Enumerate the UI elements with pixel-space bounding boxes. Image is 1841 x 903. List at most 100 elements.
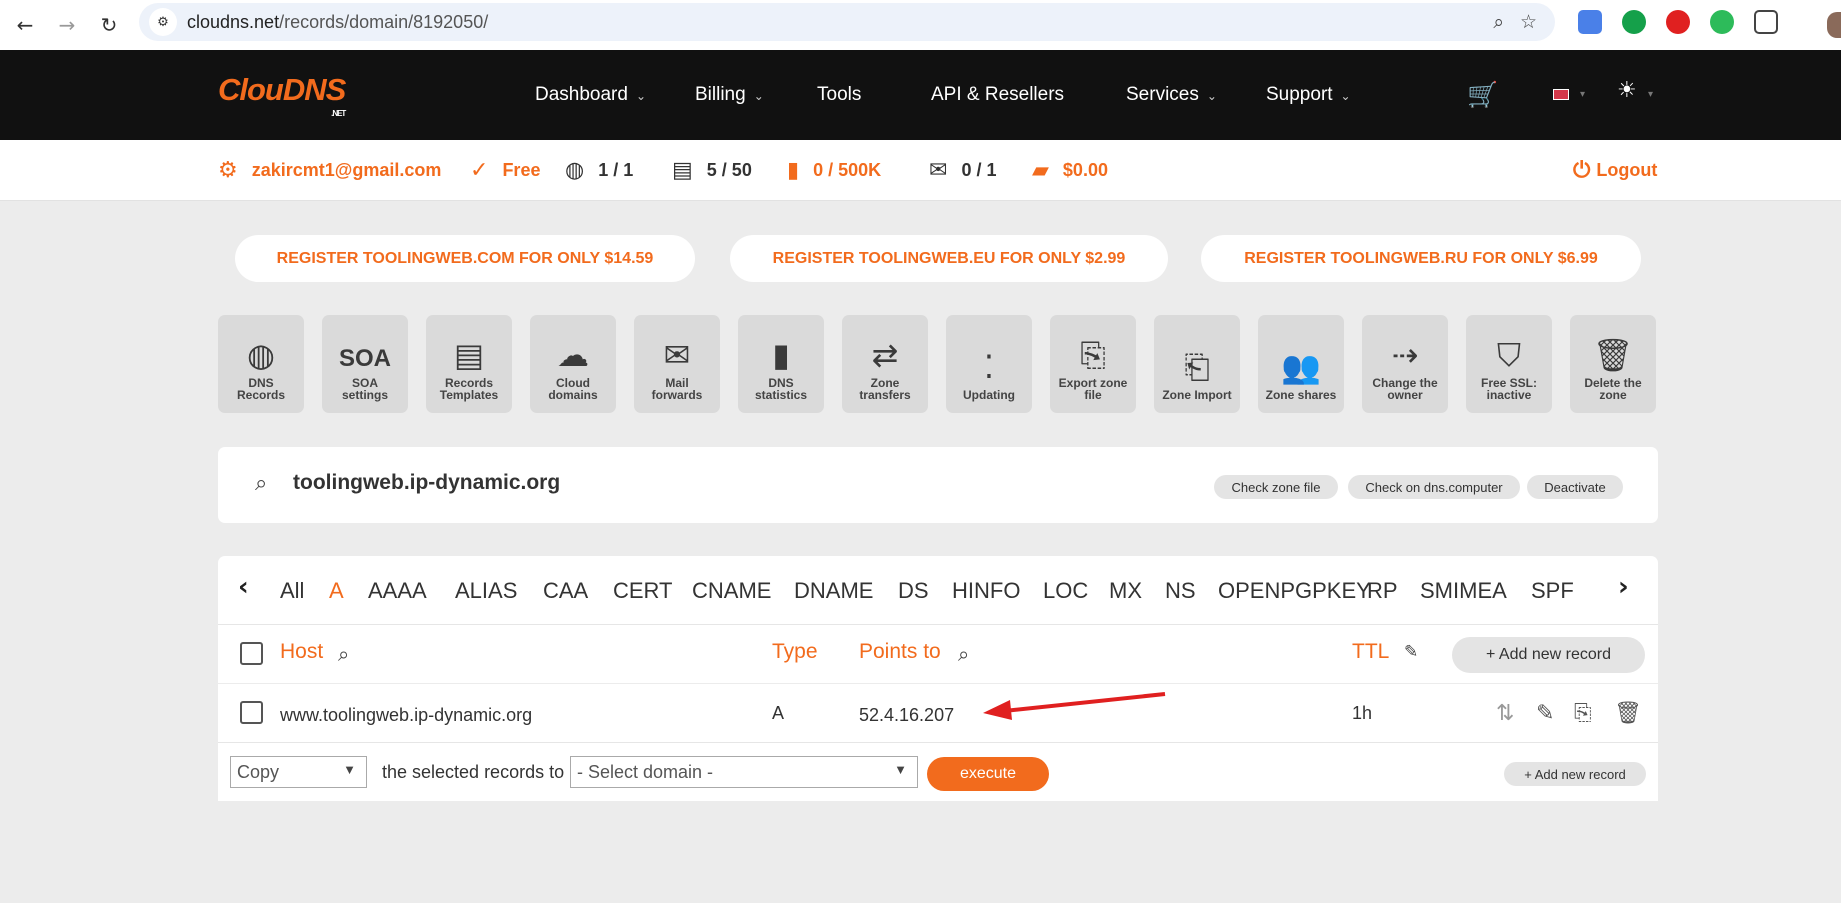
tile-soa-settings[interactable]: SOA SOA settings [322,315,408,413]
eye-extension-icon[interactable] [1710,10,1734,34]
host-search-icon[interactable]: ⌕ [338,642,349,666]
site-info-icon[interactable]: ⚙ [149,8,177,36]
nav-services[interactable]: Services ⌄ [1126,84,1217,106]
tab-dname[interactable]: DNAME [794,578,873,604]
promo-register-ru[interactable]: REGISTER TOOLINGWEB.RU FOR ONLY $6.99 [1201,235,1641,282]
add-new-record-button[interactable]: + Add new record [1452,637,1645,673]
tile-zone-transfers[interactable]: ⇄ Zone transfers [842,315,928,413]
deactivate-button[interactable]: Deactivate [1527,475,1623,499]
check-dns-computer-button[interactable]: Check on dns.computer [1348,475,1520,499]
change-owner-icon: ⇢ [1391,336,1419,374]
edit-pencil-icon[interactable]: ✎ [1536,701,1554,726]
clipboard-check-icon: ✓ [470,158,489,183]
delete-trash-icon[interactable]: 🗑 [1614,701,1642,726]
grammarly-extension-icon[interactable] [1622,10,1646,34]
account-email[interactable]: ⚙ zakircmt1@gmail.com [218,140,441,201]
nav-tools[interactable]: Tools [817,84,861,106]
bookmark-star-icon[interactable]: ☆ [1520,11,1537,33]
row-checkbox[interactable] [240,701,263,724]
add-new-record-bottom-button[interactable]: + Add new record [1504,762,1646,786]
tab-rp[interactable]: RP [1367,578,1398,604]
tab-cname[interactable]: CNAME [692,578,771,604]
power-icon: ⏻ [1573,158,1591,183]
tab-spf[interactable]: SPF [1531,578,1574,604]
plan-badge[interactable]: ✓ Free [470,140,540,201]
extensions-puzzle-icon[interactable] [1754,10,1778,34]
record-type: A [772,703,785,723]
chevron-right-icon[interactable]: › [1618,572,1629,602]
tile-cloud-domains[interactable]: ☁ Cloud domains [530,315,616,413]
check-zone-file-button[interactable]: Check zone file [1214,475,1338,499]
cart-icon[interactable]: 🛒 [1467,80,1498,110]
tab-ds[interactable]: DS [898,578,929,604]
chevron-down-icon[interactable]: ▾ [1648,89,1653,100]
promo-register-eu[interactable]: REGISTER TOOLINGWEB.EU FOR ONLY $2.99 [730,235,1168,282]
select-all-checkbox[interactable] [240,642,263,665]
tile-zone-shares[interactable]: 👥 Zone shares [1258,315,1344,413]
profile-avatar[interactable] [1827,12,1841,38]
queries-count[interactable]: ▮ 0 / 500K [787,140,881,201]
column-ttl[interactable]: TTL [1352,640,1389,664]
nav-billing[interactable]: Billing ⌄ [695,84,764,106]
bulk-action-select[interactable]: Copy ▼ [230,756,367,788]
back-icon[interactable]: ← [10,10,40,40]
execute-button[interactable]: execute [927,757,1049,791]
url-text[interactable]: cloudns.net/records/domain/8192050/ [187,12,488,33]
tile-delete-zone[interactable]: 🗑 Delete the zone [1570,315,1656,413]
nav-dashboard[interactable]: Dashboard ⌄ [535,84,646,106]
tile-export-zone-file[interactable]: ⎘ Export zone file [1050,315,1136,413]
tile-dns-statistics[interactable]: ▮ DNS statistics [738,315,824,413]
tab-openpgpkey[interactable]: OPENPGPKEY [1218,578,1371,604]
chevron-down-icon: ⌄ [1340,89,1351,103]
tab-alias[interactable]: ALIAS [455,578,517,604]
move-sort-icon[interactable]: ⇅ [1496,701,1514,726]
tab-loc[interactable]: LOC [1043,578,1088,604]
tab-a[interactable]: A [329,578,344,604]
forward-icon[interactable]: → [52,10,82,40]
chevron-down-icon: ⌄ [753,89,764,103]
tab-caa[interactable]: CAA [543,578,588,604]
zoom-icon[interactable]: ⌕ [1493,11,1504,33]
tile-free-ssl[interactable]: ⛉ Free SSL: inactive [1466,315,1552,413]
tab-all[interactable]: All [280,578,304,604]
copy-record-icon[interactable]: ⎘ [1574,701,1592,726]
tile-dns-records[interactable]: ◍ DNS Records [218,315,304,413]
tile-mail-forwards[interactable]: ✉ Mail forwards [634,315,720,413]
reload-icon[interactable]: ↻ [94,10,124,40]
nav-api-resellers[interactable]: API & Resellers [931,84,1064,106]
tile-zone-import[interactable]: ⎗ Zone Import [1154,315,1240,413]
address-bar[interactable]: ⚙ cloudns.net/records/domain/8192050/ ⌕ … [139,3,1555,41]
cloudns-logo[interactable]: ClouDNS .NET [218,72,346,118]
tab-hinfo[interactable]: HINFO [952,578,1020,604]
column-type[interactable]: Type [772,640,818,664]
balance[interactable]: ▰ $0.00 [1032,140,1108,201]
chevron-down-icon[interactable]: ▾ [1580,89,1585,100]
browser-toolbar: ← → ↻ ⚙ cloudns.net/records/domain/81920… [0,0,1841,50]
tab-mx[interactable]: MX [1109,578,1142,604]
points-to-search-icon[interactable]: ⌕ [958,642,969,666]
ttl-edit-icon[interactable]: ✎ [1404,642,1418,662]
search-icon[interactable]: ⌕ [255,471,267,496]
chevron-left-icon[interactable]: ‹ [238,572,249,602]
tab-aaaa[interactable]: AAAA [368,578,427,604]
adblock-extension-icon[interactable] [1666,10,1690,34]
tab-ns[interactable]: NS [1165,578,1196,604]
promo-register-com[interactable]: REGISTER TOOLINGWEB.COM FOR ONLY $14.59 [235,235,695,282]
tile-change-owner[interactable]: ⇢ Change the owner [1362,315,1448,413]
nav-support[interactable]: Support ⌄ [1266,84,1351,106]
account-status-bar: ⚙ zakircmt1@gmail.com ✓ Free ◍ 1 / 1 ▤ 5 / 5… [0,140,1841,201]
theme-sun-icon[interactable]: ☀ [1617,78,1637,103]
translate-extension-icon[interactable] [1578,10,1602,34]
tab-smimea[interactable]: SMIMEA [1420,578,1507,604]
language-flag-icon[interactable] [1553,89,1569,100]
main-navbar: ClouDNS .NET Dashboard ⌄ Billing ⌄ Tools AP… [0,50,1841,140]
tile-records-templates[interactable]: ▤ Records Templates [426,315,512,413]
target-domain-select[interactable]: - Select domain - ▼ [570,756,918,788]
logout-link[interactable]: ⏻ Logout [1573,140,1657,201]
tab-cert[interactable]: CERT [613,578,673,604]
records-table: Host ⌕ Type Points to ⌕ TTL ✎ + Add new … [218,624,1658,742]
column-host[interactable]: Host [280,640,323,664]
column-points-to[interactable]: Points to [859,640,941,664]
globe-icon: ◍ [247,336,275,374]
tile-updating[interactable]: ⁚ Updating [946,315,1032,413]
